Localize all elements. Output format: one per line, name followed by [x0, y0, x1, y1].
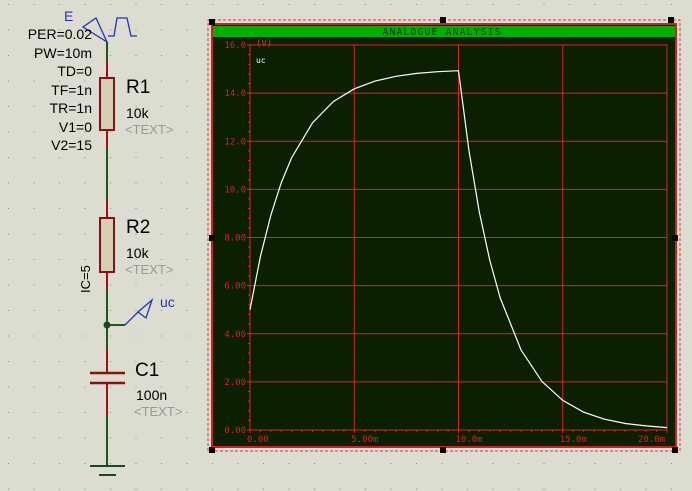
legend-uc: uc	[256, 56, 266, 65]
y-tick-label: 12.0	[224, 137, 246, 147]
c1-value: 100n	[136, 387, 168, 403]
r1-ref: R1	[126, 77, 151, 98]
x-tick-label: 20.0m	[638, 435, 665, 445]
generator-ref: E	[64, 8, 74, 24]
x-tick-label: 5.00m	[351, 435, 378, 445]
probe-label: uc	[160, 294, 175, 310]
y-tick-label: 14.0	[224, 89, 246, 99]
analogue-graph[interactable]	[211, 23, 677, 448]
y-tick-label: 8.00	[224, 234, 246, 244]
param-tf: TF=1n	[51, 81, 92, 98]
x-tick-label: 10.0m	[456, 435, 483, 445]
schematic-canvas[interactable]: ANALOGUE ANALYSIS 0.00 5.00m 10.0m 15.0m 20.…	[0, 0, 692, 491]
y-tick-label: 10.0	[224, 185, 246, 195]
y-tick-label: 0.00	[224, 426, 246, 436]
junction-dot	[103, 321, 111, 329]
param-v1: V1=0	[58, 118, 92, 135]
r2-value: 10k	[126, 245, 149, 261]
resistor-r1[interactable]	[99, 77, 115, 131]
graph-title: ANALOGUE ANALYSIS	[382, 27, 501, 38]
param-per: PER=0.02	[27, 26, 92, 42]
generator-params: PER=0.02 PW=10m TD=0 TF=1n TR=1n V1=0 V2…	[28, 25, 92, 155]
y-tick-label: 2.00	[224, 378, 246, 388]
param-pw: PW=10m	[34, 44, 92, 61]
y-tick-label: 4.00	[224, 330, 246, 340]
y-axis-unit: (V)	[256, 39, 273, 49]
r1-text: <TEXT>	[125, 122, 174, 137]
x-tick-label: 0.00	[247, 435, 269, 445]
param-td: TD=0	[57, 63, 92, 79]
y-tick-label: 16.0	[224, 41, 246, 51]
c1-initial-condition: IC=5	[78, 265, 93, 293]
resistor-r2[interactable]	[99, 217, 115, 273]
r2-text: <TEXT>	[125, 262, 174, 277]
r1-value: 10k	[126, 105, 149, 121]
param-tr: TR=1n	[49, 100, 92, 116]
r2-ref: R2	[126, 217, 151, 238]
x-tick-label: 15.0m	[560, 435, 587, 445]
c1-text: <TEXT>	[134, 404, 183, 419]
param-v2: V2=15	[51, 137, 92, 153]
y-tick-label: 6.00	[224, 282, 246, 292]
c1-ref: C1	[135, 360, 160, 381]
